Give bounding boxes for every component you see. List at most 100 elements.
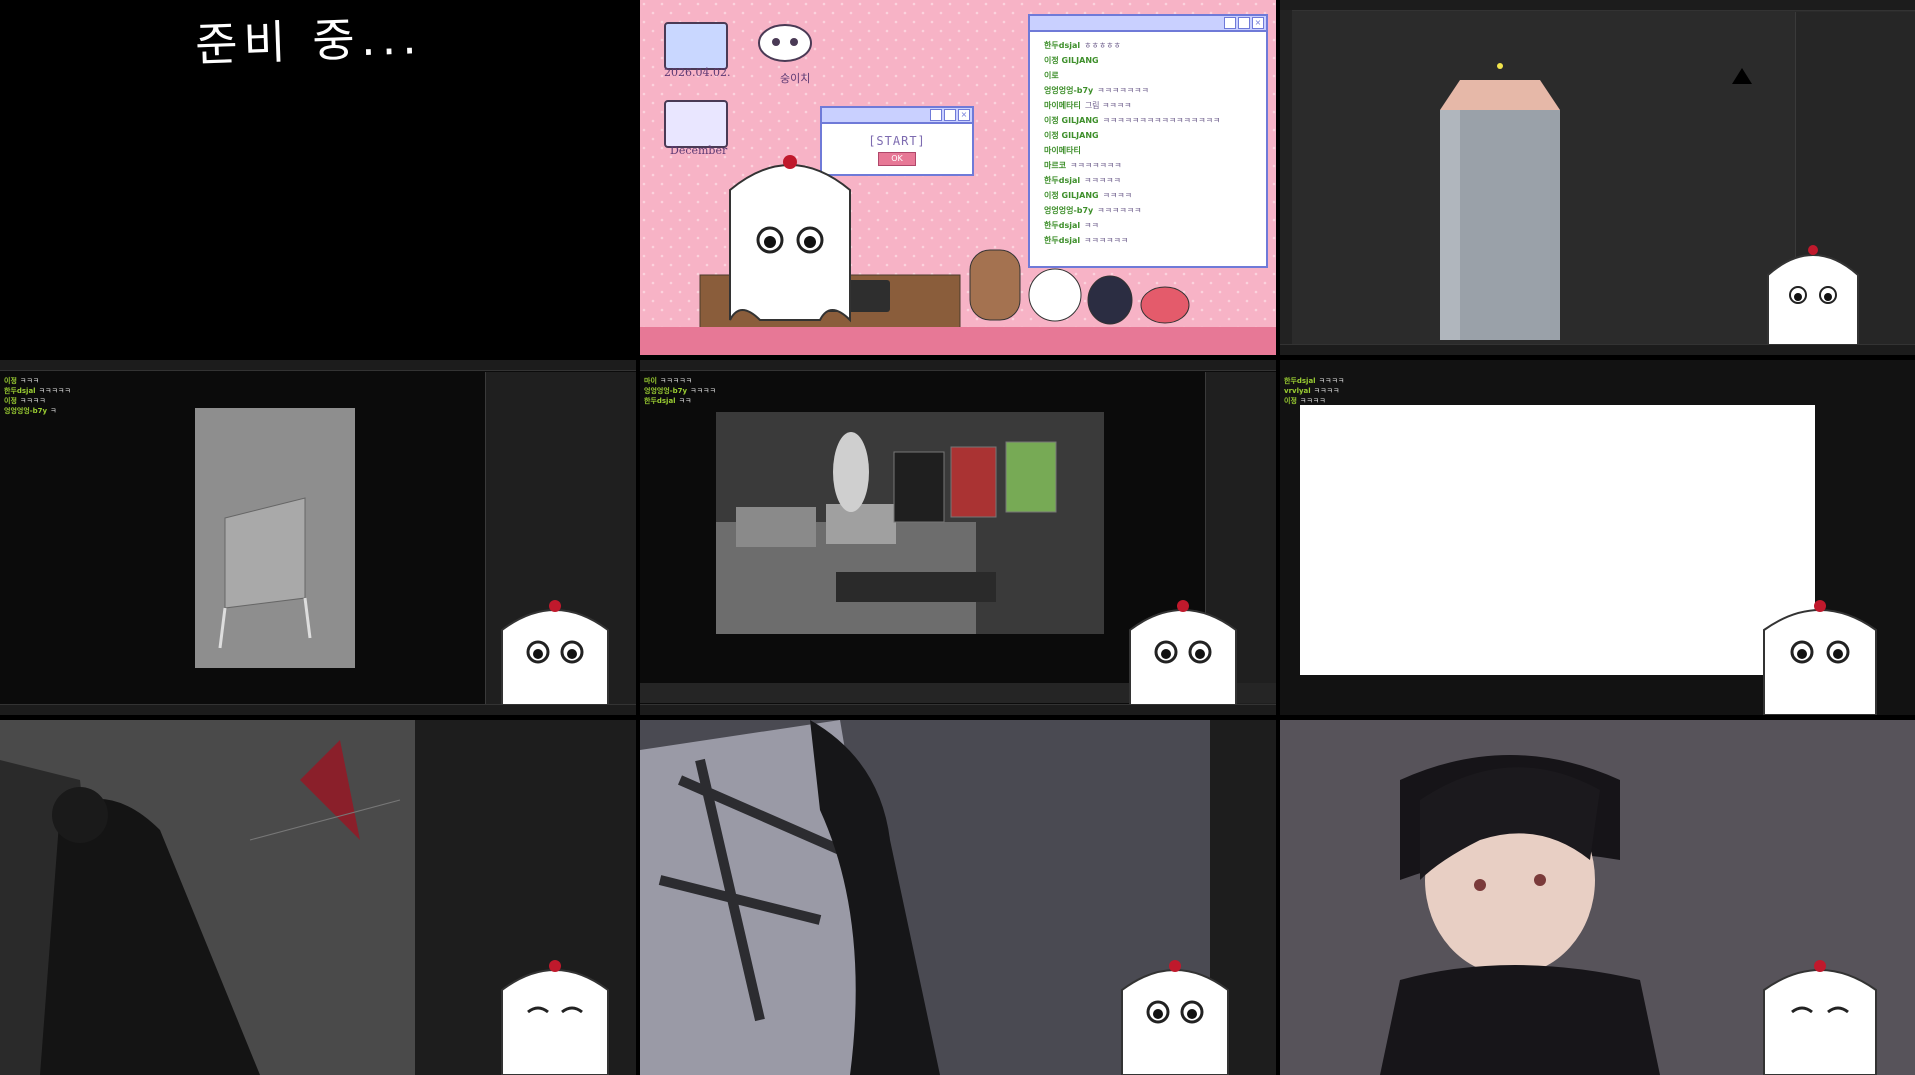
chat-message: ㅋㅋㅋㅋ xyxy=(1313,387,1340,395)
maximize-icon[interactable] xyxy=(944,109,956,121)
chat-username: 마르코 xyxy=(1044,161,1067,170)
close-icon[interactable]: × xyxy=(958,109,970,121)
tile-blender-pillar xyxy=(1280,0,1915,355)
streamer-avatar xyxy=(729,155,851,323)
streamer-avatar xyxy=(1763,960,1877,1075)
chat-message: ㅋㅋ xyxy=(678,397,692,405)
chat-message: ㅋㅋ xyxy=(1084,221,1099,230)
chat-username: 엉엉엉엉-b7y xyxy=(1044,86,1094,95)
chat-line: 이정 GILJANG xyxy=(1044,130,1103,141)
chat-username: 이로 xyxy=(1044,71,1059,80)
chat-username: 한두dsjal xyxy=(1284,377,1316,385)
chat-line: 한두dsjal ㅋㅋㅋㅋㅋ xyxy=(4,386,71,396)
chat-username: 한두dsjal xyxy=(1044,176,1081,185)
start-window-titlebar: × xyxy=(822,108,972,124)
chat-username: 한두dsjal xyxy=(1044,221,1081,230)
triangle-icon xyxy=(1732,68,1752,84)
chat-username: 엉엉엉엉-b7y xyxy=(644,387,688,395)
chat-username: 엉엉엉엉-b7y xyxy=(4,407,48,415)
streamer-avatar xyxy=(501,960,609,1075)
minimize-icon[interactable] xyxy=(930,109,942,121)
chat-username: 마이메타티 xyxy=(1044,146,1081,155)
chat-message: ㅋㅋㅋㅋ xyxy=(1318,377,1345,385)
chat-message: ㅋㅋㅋㅋ xyxy=(690,387,716,395)
chat-username: 이정 xyxy=(1284,397,1297,405)
render-preview xyxy=(195,408,355,668)
chat-line: 마르코 ㅋㅋㅋㅋㅋㅋㅋ xyxy=(1044,160,1122,171)
tile-white-canvas: 한두dsjal ㅋㅋㅋㅋ vrvlyal ㅋㅋㅋㅋ 이정 ㅋㅋㅋㅋ xyxy=(1280,360,1915,715)
chat-message: ㅋㅋㅋㅋ xyxy=(19,397,46,405)
chat-username: 한두dsjal xyxy=(644,397,676,405)
chat-username: 마이 xyxy=(644,377,657,385)
chat-username: 이정 GILJANG xyxy=(1044,116,1099,125)
chat-message: ㅎㅎㅎㅎㅎ xyxy=(1084,41,1121,50)
animal-friends xyxy=(969,249,1190,325)
chat-line: 엉엉엉엉-b7y ㅋ xyxy=(4,406,57,416)
chat-username: 이정 xyxy=(4,397,17,405)
taskbar xyxy=(640,327,1276,355)
icon-label-puppy: 숭이치 xyxy=(780,72,811,85)
chat-message: ㅋㅋㅋㅋㅋ xyxy=(1084,176,1121,185)
chat-message: ㅋㅋㅋㅋㅋ xyxy=(659,377,693,385)
chat-message: ㅋㅋㅋㅋㅋㅋㅋ xyxy=(1070,161,1122,170)
menu-bar xyxy=(1280,0,1915,11)
chat-message: ㅋㅋㅋㅋㅋㅋㅋ xyxy=(1097,86,1149,95)
icon-label-date: 2026.04.02. xyxy=(664,66,731,79)
chat-message: ㅋㅋㅋㅋ xyxy=(1299,397,1326,405)
chat-message: ㅋㅋㅋㅋㅋㅋㅋㅋㅋㅋㅋㅋㅋㅋㅋㅋ xyxy=(1102,116,1221,125)
streamer-avatar xyxy=(1129,600,1237,715)
chat-username: 이정 GILJANG xyxy=(1044,191,1099,200)
chat-line: 한두dsjal ㅋㅋ xyxy=(644,396,691,406)
chat-line: 이로 xyxy=(1044,70,1063,81)
maximize-icon[interactable] xyxy=(1238,17,1250,29)
chat-line: 이정 ㅋㅋㅋ xyxy=(4,376,39,386)
chat-line: 마이메타티 그림 ㅋㅋㅋㅋ xyxy=(1044,100,1132,111)
minimize-icon[interactable] xyxy=(1224,17,1236,29)
chat-message: ㅋㅋㅋㅋㅋ xyxy=(38,387,71,395)
menu-bar xyxy=(0,360,636,371)
tile-illustration-1 xyxy=(0,720,636,1075)
chat-message: ㅋㅋㅋㅋㅋㅋ xyxy=(1097,206,1142,215)
chat-line: 한두dsjal ㅋㅋㅋㅋ xyxy=(1284,376,1344,386)
viewport-object xyxy=(1440,63,1560,340)
render-preview xyxy=(716,412,1104,634)
tile-pink-desktop: 2026.04.02. 숭이치 December × [START] OK × … xyxy=(640,0,1276,355)
streamer-avatar xyxy=(1763,600,1877,715)
chat-line: 이정 ㅋㅋㅋㅋ xyxy=(4,396,46,406)
chat-line: 한두dsjal ㅋㅋㅋㅋㅋ xyxy=(1044,175,1121,186)
chat-line: 엉엉엉엉-b7y ㅋㅋㅋㅋ xyxy=(644,386,716,396)
tile-waiting-screen: 준비 중... xyxy=(0,0,636,355)
chat-message: ㅋㅋㅋ xyxy=(19,377,40,385)
chat-line: 이정 GILJANG xyxy=(1044,55,1103,66)
chat-line: 마이 ㅋㅋㅋㅋㅋ xyxy=(644,376,692,386)
chat-line: 엉엉엉엉-b7y ㅋㅋㅋㅋㅋㅋㅋ xyxy=(1044,85,1149,96)
status-bar xyxy=(0,704,636,715)
chat-username: 이정 GILJANG xyxy=(1044,131,1099,140)
chat-message: ㅋ xyxy=(50,407,57,415)
status-bar xyxy=(640,704,1276,715)
toolbar xyxy=(1280,10,1292,345)
close-icon[interactable]: × xyxy=(1252,17,1264,29)
chat-username: 한두dsjal xyxy=(1044,41,1081,50)
streamer-avatar xyxy=(501,600,609,715)
puppy-icon[interactable] xyxy=(750,18,820,68)
chat-window-titlebar: × xyxy=(1030,16,1266,32)
chat-username: 엉엉엉엉-b7y xyxy=(1044,206,1094,215)
chat-line: 마이메타티 xyxy=(1044,145,1085,156)
stream-collage: 준비 중... 2026.04.02. 숭이치 December × [STAR… xyxy=(0,0,1915,1075)
drawing-canvas[interactable] xyxy=(1300,405,1815,675)
wing-folder-icon[interactable] xyxy=(664,22,728,70)
chat-username: 이정 GILJANG xyxy=(1044,56,1099,65)
status-bar xyxy=(1280,344,1915,355)
streamer-avatar xyxy=(1767,245,1859,355)
chat-line: 한두dsjal ㅎㅎㅎㅎㅎ xyxy=(1044,40,1121,51)
ok-button[interactable]: OK xyxy=(878,152,916,166)
chat-message: ㅋㅋㅋㅋ xyxy=(1102,191,1133,200)
chat-line: 이정 GILJANG ㅋㅋㅋㅋㅋㅋㅋㅋㅋㅋㅋㅋㅋㅋㅋㅋ xyxy=(1044,115,1220,126)
chat-line: vrvlyal ㅋㅋㅋㅋ xyxy=(1284,386,1339,396)
chat-line: 이정 GILJANG ㅋㅋㅋㅋ xyxy=(1044,190,1132,201)
menu-bar xyxy=(640,360,1276,371)
chat-username: vrvlyal xyxy=(1284,387,1311,395)
chat-username: 마이메타티 xyxy=(1044,101,1081,110)
tile-blender-living-room: 마이 ㅋㅋㅋㅋㅋ 엉엉엉엉-b7y ㅋㅋㅋㅋ 한두dsjal ㅋㅋ xyxy=(640,360,1276,715)
